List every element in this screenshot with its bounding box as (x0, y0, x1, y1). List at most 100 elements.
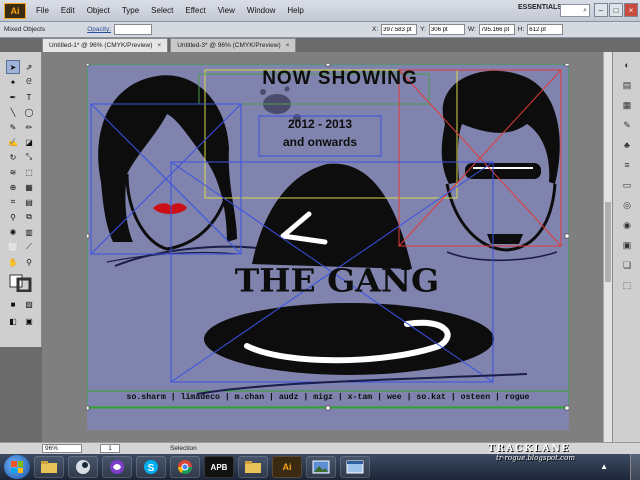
appearance-icon[interactable]: ◉ (620, 218, 634, 232)
menu-window[interactable]: Window (241, 6, 281, 15)
tab-untitled-3[interactable]: Untitled-3* @ 96% (CMYK/Preview) × (170, 38, 297, 52)
magic-wand-tool-icon[interactable]: ✦ (6, 75, 20, 89)
media-shape (110, 460, 124, 474)
menu-select[interactable]: Select (145, 6, 179, 15)
artboard-tool-icon[interactable]: ⬜ (6, 240, 20, 254)
h-field[interactable] (527, 24, 564, 35)
screen-mode-icon[interactable]: ▣ (22, 314, 36, 328)
artboards-icon[interactable]: ⬚ (620, 278, 634, 292)
w-field[interactable] (478, 24, 515, 35)
illustrator-logo[interactable]: Ai (4, 2, 26, 19)
symbols-icon[interactable]: ♣ (620, 138, 634, 152)
gradient-tool-icon[interactable]: ▤ (22, 195, 36, 209)
vertical-scrollbar[interactable] (603, 52, 612, 442)
x-field[interactable] (381, 24, 418, 35)
workspace-switcher[interactable]: ESSENTIALS (518, 4, 562, 11)
fill-stroke-icon[interactable] (8, 274, 34, 292)
media-icon[interactable] (102, 456, 132, 478)
illustrator-icon[interactable]: Ai (272, 456, 302, 478)
window-icon[interactable] (340, 456, 370, 478)
hand-tool-icon[interactable]: ✋ (6, 255, 20, 269)
search-input[interactable]: ⌕ (560, 4, 590, 17)
poster-onwards[interactable]: and onwards (259, 135, 381, 149)
menu-file[interactable]: File (26, 6, 55, 15)
artboard-number-field[interactable]: 1 (100, 444, 120, 453)
symbol-sprayer-tool-icon[interactable]: ✺ (6, 225, 20, 239)
selection-tool-icon[interactable]: ➤ (6, 60, 20, 74)
pencil-tool-icon[interactable]: ✏ (22, 120, 36, 134)
document-tabs: Untitled-1* @ 96% (CMYK/Preview) × Untit… (42, 38, 298, 52)
blob-brush-tool-icon[interactable]: ✍ (6, 135, 20, 149)
minimize-button[interactable]: – (594, 3, 608, 17)
column-graph-tool-icon[interactable]: ▥ (22, 225, 36, 239)
zoom-tool-icon[interactable]: ⚲ (22, 255, 36, 269)
pen-tool-icon[interactable]: ✒ (6, 90, 20, 104)
y-field[interactable] (428, 24, 465, 35)
type-tool-icon[interactable]: T (22, 90, 36, 104)
artboard[interactable]: NOW SHOWING 2012 - 2013 and onwards THE … (87, 64, 569, 430)
tab-untitled-1[interactable]: Untitled-1* @ 96% (CMYK/Preview) × (42, 38, 169, 52)
start-button[interactable] (4, 455, 30, 479)
perspective-grid-tool-icon[interactable]: ▦ (22, 180, 36, 194)
graphic-styles-icon[interactable]: ▣ (620, 238, 634, 252)
eraser-tool-icon[interactable]: ◪ (22, 135, 36, 149)
free-transform-tool-icon[interactable]: ⬚ (22, 165, 36, 179)
canvas-area[interactable]: NOW SHOWING 2012 - 2013 and onwards THE … (42, 52, 612, 442)
eyedropper-tool-icon[interactable]: ⚲ (6, 210, 20, 224)
poster-heading[interactable]: NOW SHOWING (215, 68, 465, 90)
menu-help[interactable]: Help (281, 6, 309, 15)
color-mode-icon[interactable]: ■ (6, 297, 20, 311)
layers-icon[interactable]: ❏ (620, 258, 634, 272)
color-panel-icon[interactable]: ◐ (620, 58, 634, 72)
steam-icon[interactable] (68, 456, 98, 478)
gradient-panel-icon[interactable]: ▭ (620, 178, 634, 192)
rotate-tool-icon[interactable]: ↻ (6, 150, 20, 164)
brushes-icon[interactable]: ✎ (620, 118, 634, 132)
menu-type[interactable]: Type (116, 6, 145, 15)
warp-tool-icon[interactable]: ≋ (6, 165, 20, 179)
skype-icon[interactable]: S (136, 456, 166, 478)
poster-credits[interactable]: so.sharm | limadeco | m.chan | audz | mi… (89, 393, 567, 402)
menu-edit[interactable]: Edit (55, 6, 81, 15)
menu-object[interactable]: Object (81, 6, 116, 15)
tab-close-icon[interactable]: × (157, 42, 161, 49)
transparency-icon[interactable]: ◎ (620, 198, 634, 212)
tab-close-icon[interactable]: × (286, 42, 290, 49)
steam-shape (76, 460, 90, 474)
scroll-thumb[interactable] (605, 202, 611, 282)
tray-expand-icon[interactable]: ▲ (600, 462, 608, 471)
status-text[interactable]: Selection (170, 445, 197, 452)
opacity-label[interactable]: Opacity: (87, 26, 111, 33)
ellipse-tool-icon[interactable]: ◯ (22, 105, 36, 119)
color-guide-icon[interactable]: ▤ (620, 78, 634, 92)
apb-icon[interactable]: APB (204, 456, 234, 478)
stroke-icon[interactable]: ≡ (620, 158, 634, 172)
show-desktop-button[interactable] (630, 454, 640, 480)
scale-tool-icon[interactable]: ⤡ (22, 150, 36, 164)
menu-view[interactable]: View (212, 6, 241, 15)
explorer-icon[interactable] (34, 456, 64, 478)
gradient-mode-icon[interactable]: ▨ (22, 297, 36, 311)
poster-years[interactable]: 2012 - 2013 (259, 117, 381, 131)
opacity-input[interactable] (114, 24, 153, 35)
slice-tool-icon[interactable]: ⟋ (22, 240, 36, 254)
draw-mode-icon[interactable]: ◧ (6, 314, 20, 328)
poster-title[interactable]: THE GANG (227, 262, 447, 299)
blend-tool-icon[interactable]: ⧉ (22, 210, 36, 224)
close-button[interactable]: × (624, 3, 638, 17)
zoom-level-field[interactable]: 96% (42, 444, 82, 453)
swatches-icon[interactable]: ▦ (620, 98, 634, 112)
shape-builder-tool-icon[interactable]: ⊕ (6, 180, 20, 194)
selection-type-label: Mixed Objects (4, 26, 46, 33)
menu-effect[interactable]: Effect (179, 6, 211, 15)
restore-button[interactable]: □ (609, 3, 623, 17)
lasso-tool-icon[interactable]: ᘓ (22, 75, 36, 89)
line-tool-icon[interactable]: ╲ (6, 105, 20, 119)
photos-icon[interactable] (306, 456, 336, 478)
chrome-icon[interactable] (170, 456, 200, 478)
direct-selection-tool-icon[interactable]: ⇗ (22, 60, 36, 74)
skype-shape: S (144, 460, 158, 474)
mesh-tool-icon[interactable]: ⌗ (6, 195, 20, 209)
folder-icon[interactable] (238, 456, 268, 478)
paintbrush-tool-icon[interactable]: ✎ (6, 120, 20, 134)
